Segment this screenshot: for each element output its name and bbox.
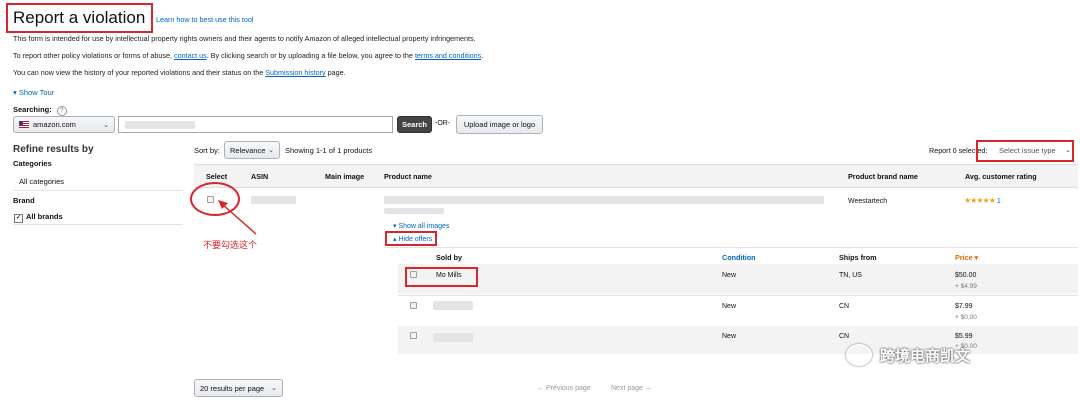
offer-price: $7.99 (955, 303, 973, 310)
search-label: Searching: ? (13, 105, 67, 116)
search-input[interactable] (118, 116, 393, 133)
contact-us-link[interactable]: contact us (174, 51, 207, 60)
terms-link[interactable]: terms and conditions (415, 51, 481, 60)
intro-line-1: This form is intended for use by intelle… (13, 34, 476, 43)
col-brand-name: Product brand name (848, 172, 918, 181)
offer-condition: New (722, 333, 737, 340)
col-asin: ASIN (251, 172, 269, 181)
blurred-query (125, 121, 195, 129)
per-page-select[interactable]: 20 results per page ⌄ (194, 379, 283, 397)
us-flag-icon (19, 121, 29, 128)
offer-condition: New (722, 303, 737, 310)
offer-shipping: + $0.00 (955, 314, 977, 321)
blurred-product-name-2 (384, 208, 444, 214)
all-brands-filter[interactable]: ✓ All brands (14, 212, 63, 223)
help-icon[interactable]: ? (56, 106, 67, 116)
intro-line-3: You can now view the history of your rep… (13, 68, 346, 77)
blurred-seller (433, 301, 473, 310)
offer-ships-from: CN (839, 303, 850, 310)
sort-select[interactable]: Relevance ⌄ (224, 141, 280, 159)
sort-arrow-icon: ▾ (974, 253, 979, 262)
intro-line-2: To report other policy violations or for… (13, 51, 484, 60)
checkbox-checked-icon[interactable]: ✓ (14, 214, 23, 223)
col-product-name: Product name (384, 172, 432, 181)
results-count: Showing 1-1 of 1 products (285, 146, 373, 155)
categories-filter[interactable]: All categories (19, 177, 64, 186)
wechat-icon (846, 344, 872, 366)
star-rating-icon: ★★★★★ (964, 196, 996, 205)
show-all-images-link[interactable]: ▾ Show all images (393, 222, 449, 230)
search-button[interactable]: Search (397, 116, 432, 133)
next-page-link[interactable]: Next page → (611, 385, 652, 392)
chevron-down-icon: ⌄ (271, 385, 277, 392)
issue-type-highlight-box (976, 140, 1074, 162)
refine-title: Refine results by (13, 144, 94, 155)
rating[interactable]: ★★★★★ 1 (964, 196, 1001, 205)
chevron-down-icon: ▾ (13, 88, 17, 97)
offer-ships-from: CN (839, 333, 850, 340)
col-main-image: Main image (325, 172, 365, 181)
chevron-down-icon: ⌄ (268, 147, 274, 154)
or-separator: -OR- (435, 120, 451, 127)
categories-label: Categories (13, 159, 52, 168)
marketplace-select[interactable]: amazon.com ⌄ (13, 116, 115, 133)
blurred-product-name (384, 196, 824, 204)
show-tour-toggle[interactable]: ▾ Show Tour (13, 88, 54, 97)
divider (385, 247, 1078, 248)
divider (13, 190, 183, 191)
brand-value: Weestartech (848, 198, 888, 205)
annotation-note: 不要勾选这个 (203, 240, 258, 250)
col-rating: Avg. customer rating (965, 172, 1037, 181)
offer-select-checkbox[interactable] (410, 302, 417, 309)
title-highlight-box (6, 3, 153, 33)
brand-label: Brand (13, 196, 35, 205)
watermark: 跨境电商凯文 (846, 344, 970, 366)
offers-col-condition[interactable]: Condition (722, 253, 756, 262)
sort-label: Sort by: (194, 146, 220, 155)
upload-image-button[interactable]: Upload image or logo (456, 115, 543, 134)
col-select: Select (206, 172, 228, 181)
offer-ships-from: TN, US (839, 272, 862, 279)
prev-page-link[interactable]: ← Previous page (537, 385, 591, 392)
chevron-down-icon: ▾ (393, 223, 397, 230)
submission-history-link[interactable]: Submission history (265, 68, 325, 77)
hide-offers-highlight-box (385, 231, 437, 246)
seller-highlight-box (405, 267, 478, 287)
offer-condition: New (722, 272, 737, 279)
chevron-down-icon: ⌄ (103, 121, 109, 129)
help-link[interactable]: Learn how to best use this tool (156, 15, 254, 24)
offer-shipping: + $4.99 (955, 283, 977, 290)
offer-select-checkbox[interactable] (410, 332, 417, 339)
divider (398, 295, 1078, 296)
offers-col-sold-by: Sold by (436, 253, 462, 262)
offers-col-price[interactable]: Price ▾ (955, 253, 978, 262)
offers-col-ships-from: Ships from (839, 253, 877, 262)
offer-price: $5.99 (955, 333, 973, 340)
annotation-arrow (218, 200, 257, 235)
blurred-seller (433, 333, 473, 342)
offer-price: $50.00 (955, 272, 977, 279)
divider (13, 224, 183, 225)
